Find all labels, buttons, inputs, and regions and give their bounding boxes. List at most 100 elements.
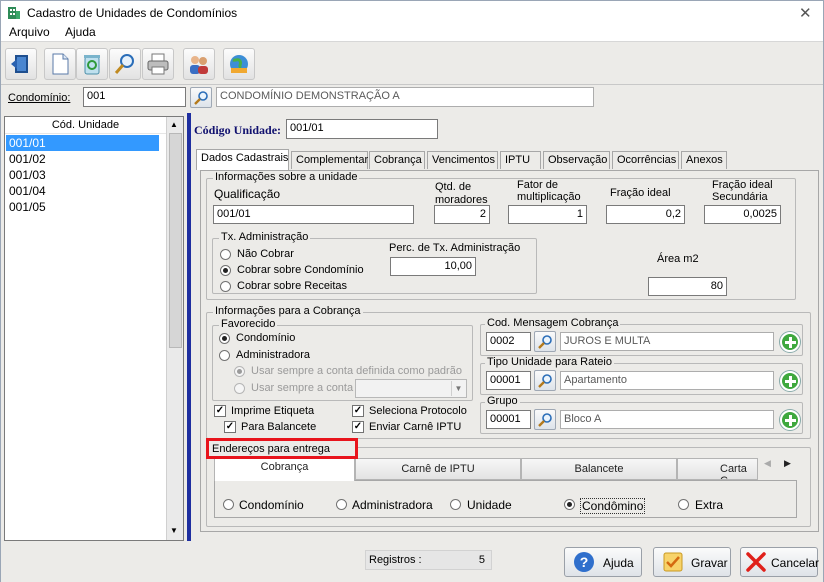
cod-mensagem-input[interactable]: 0002	[486, 332, 531, 351]
cancelar-button-label: Cancelar	[771, 556, 820, 570]
gravar-button[interactable]: Gravar	[653, 547, 731, 577]
tab-ocorrencias[interactable]: Ocorrências	[612, 151, 679, 169]
unit-list-header[interactable]: Cód. Unidade	[5, 117, 166, 134]
fracao-secundaria-input[interactable]: 0,0025	[704, 205, 781, 224]
para-balancete-checkbox[interactable]: ✓	[224, 421, 236, 433]
codigo-unidade-input[interactable]: 001/01	[286, 119, 438, 139]
tab-cobranca[interactable]: Cobrança	[369, 151, 425, 169]
enderecos-title: Endereços para entrega	[212, 443, 331, 455]
print-button[interactable]	[142, 48, 174, 80]
tab-observacao[interactable]: Observação	[543, 151, 610, 169]
tx-cobrar-receitas-radio[interactable]	[220, 281, 231, 292]
endereco-unidade-radio[interactable]	[450, 499, 461, 510]
menu-arquivo[interactable]: Arquivo	[9, 25, 50, 39]
fracao-secundaria-label: Fração ideal Secundária	[712, 179, 773, 203]
list-item[interactable]: 001/01	[6, 135, 159, 151]
menu-bar: Arquivo Ajuda	[1, 24, 823, 41]
splitter[interactable]	[187, 113, 191, 541]
conta-especifica-label: Usar sempre a conta	[251, 382, 354, 394]
users-button[interactable]	[183, 48, 215, 80]
cod-mensagem-desc: JUROS E MULTA	[560, 332, 774, 351]
unit-list[interactable]: Cód. Unidade 001/01 001/02 001/03 001/04…	[4, 116, 184, 541]
tab-anexos[interactable]: Anexos	[681, 151, 727, 169]
imprime-etiqueta-checkbox[interactable]: ✓	[214, 405, 226, 417]
cod-mensagem-search-button[interactable]	[534, 331, 556, 352]
favorecido-condominio-radio[interactable]	[219, 333, 230, 344]
tab-endereco-carta[interactable]: Carta C	[677, 458, 758, 480]
svg-text:?: ?	[580, 554, 589, 570]
qualificacao-input[interactable]: 001/01	[213, 205, 414, 224]
endereco-condominio-radio[interactable]	[223, 499, 234, 510]
tx-cobrar-condominio-radio[interactable]	[220, 265, 231, 276]
list-item[interactable]: 001/04	[6, 183, 159, 199]
conta-especifica-radio[interactable]	[234, 383, 245, 394]
condominio-search-button[interactable]	[190, 87, 212, 108]
web-button[interactable]	[223, 48, 255, 80]
close-icon[interactable]: ✕	[799, 4, 812, 22]
grupo-search-button[interactable]	[534, 409, 556, 430]
exit-button[interactable]	[5, 48, 37, 80]
tab-vencimentos[interactable]: Vencimentos	[427, 151, 498, 169]
registros-label: Registros :	[369, 554, 422, 566]
area-label: Área m2	[657, 253, 699, 265]
tab-endereco-carne-iptu[interactable]: Carnê de IPTU	[355, 458, 521, 480]
favorecido-condominio-label: Condomínio	[236, 332, 296, 344]
seleciona-protocolo-label: Seleciona Protocolo	[369, 405, 467, 417]
refresh-button[interactable]	[76, 48, 108, 80]
grupo-input[interactable]: 00001	[486, 410, 531, 429]
qtd-moradores-input[interactable]: 2	[434, 205, 490, 224]
fator-label: Fator de multiplicação	[517, 179, 581, 203]
tab-iptu[interactable]: IPTU	[500, 151, 541, 169]
tipo-unidade-label: Tipo Unidade para Rateio	[485, 356, 614, 368]
magnifier-icon	[194, 91, 208, 105]
add-tipo-unidade-button[interactable]	[780, 371, 800, 391]
chevron-right-icon[interactable]: ▶	[784, 458, 791, 469]
list-item[interactable]: 001/05	[6, 199, 159, 215]
area-input[interactable]: 80	[648, 277, 727, 296]
cancel-x-icon	[746, 552, 766, 572]
tab-scroller[interactable]: ◀ ▶	[758, 456, 796, 472]
tab-endereco-balancete[interactable]: Balancete	[521, 458, 677, 480]
unit-list-scrollbar[interactable]: ▲ ▼	[166, 117, 183, 540]
magnifier-icon	[114, 54, 134, 74]
scroll-up-icon[interactable]: ▲	[170, 120, 178, 129]
recycle-bin-icon	[84, 55, 100, 75]
favorecido-administradora-radio[interactable]	[219, 350, 230, 361]
scroll-thumb[interactable]	[169, 133, 182, 348]
endereco-administradora-radio[interactable]	[336, 499, 347, 510]
endereco-extra-radio[interactable]	[678, 499, 689, 510]
endereco-condomino-radio[interactable]	[564, 499, 575, 510]
tab-dados-cadastrais[interactable]: Dados Cadastrais	[196, 149, 289, 170]
tab-endereco-cobranca[interactable]: Cobrança	[214, 456, 355, 481]
tab-complementar[interactable]: Complementar	[291, 151, 368, 169]
seleciona-protocolo-checkbox[interactable]: ✓	[352, 405, 364, 417]
tx-nao-cobrar-radio[interactable]	[220, 249, 231, 260]
fator-input[interactable]: 1	[508, 205, 587, 224]
chevron-down-icon[interactable]: ▼	[451, 381, 465, 396]
list-item[interactable]: 001/02	[6, 151, 159, 167]
list-item[interactable]: 001/03	[6, 167, 159, 183]
chevron-left-icon[interactable]: ◀	[764, 458, 771, 469]
perc-tx-input[interactable]: 10,00	[390, 257, 476, 276]
enviar-carne-checkbox[interactable]: ✓	[352, 421, 364, 433]
conta-select[interactable]: ▼	[355, 379, 467, 398]
enviar-carne-label: Enviar Carnê IPTU	[369, 421, 462, 433]
new-button[interactable]	[44, 48, 76, 80]
fracao-ideal-input[interactable]: 0,2	[606, 205, 685, 224]
add-grupo-button[interactable]	[780, 410, 800, 430]
ajuda-button[interactable]: ? Ajuda	[564, 547, 642, 577]
para-balancete-label: Para Balancete	[241, 421, 317, 433]
main-window: Cadastro de Unidades de Condomínios ✕ Ar…	[0, 0, 824, 582]
tipo-unidade-input[interactable]: 00001	[486, 371, 531, 390]
condominio-code-input[interactable]: 001	[83, 87, 186, 107]
tipo-unidade-search-button[interactable]	[534, 370, 556, 391]
cancelar-button[interactable]: Cancelar	[740, 547, 820, 577]
globe-icon	[230, 55, 248, 73]
conta-padrao-radio[interactable]	[234, 366, 245, 377]
search-button[interactable]	[109, 48, 141, 80]
endereco-unidade-label: Unidade	[467, 498, 512, 512]
users-icon	[190, 56, 208, 74]
menu-ajuda[interactable]: Ajuda	[65, 25, 96, 39]
add-mensagem-button[interactable]	[780, 332, 800, 352]
scroll-down-icon[interactable]: ▼	[170, 526, 178, 535]
